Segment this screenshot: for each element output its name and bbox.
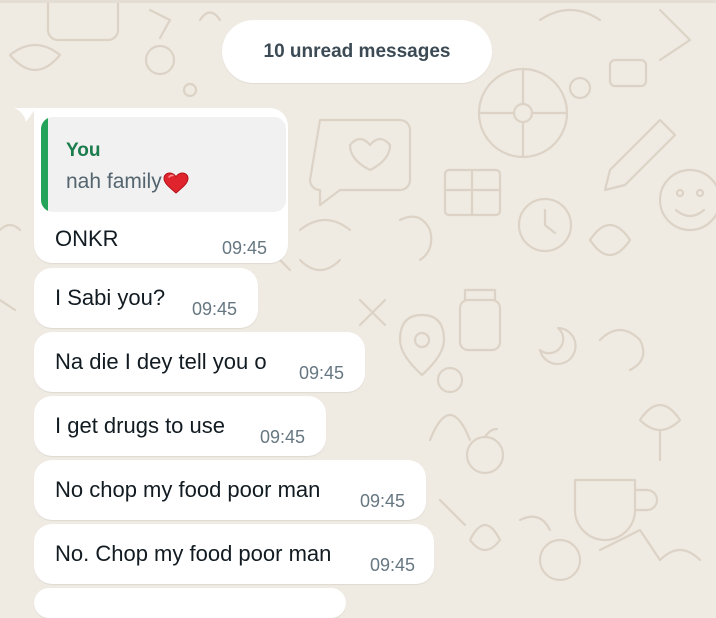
- message-text: I Sabi you?: [55, 285, 166, 310]
- message-bubble[interactable]: I Sabi you? 09:45: [34, 268, 258, 328]
- message-text: No chop my food poor man: [55, 477, 321, 502]
- message-time: 09:45: [370, 555, 416, 575]
- message-bubble[interactable]: No. Chop my food poor man 09:45: [34, 524, 434, 584]
- message-text: Na die I dey tell you o: [55, 349, 267, 374]
- message-text: No. Chop my food poor man: [55, 541, 332, 566]
- top-edge: [0, 0, 716, 3]
- quoted-reply-text: nah family: [66, 170, 162, 193]
- quoted-reply-text-row: nah family: [66, 170, 189, 194]
- unread-messages-label: 10 unread messages: [263, 40, 451, 62]
- message-text: I get drugs to use: [55, 413, 225, 438]
- red-heart-icon: [163, 172, 189, 194]
- message-bubble[interactable]: I get drugs to use 09:45: [34, 396, 326, 456]
- message-time: 09:45: [222, 238, 268, 258]
- unread-messages-banner: 10 unread messages: [222, 20, 492, 83]
- message-time: 09:45: [192, 299, 238, 319]
- message-bubble[interactable]: Na die I dey tell you o 09:45: [34, 332, 365, 392]
- quoted-reply[interactable]: You nah family: [41, 117, 286, 212]
- message-time: 09:45: [299, 363, 345, 383]
- quote-accent-bar: [41, 117, 48, 212]
- message-bubble-partial[interactable]: [34, 588, 346, 618]
- message-text: ONKR: [55, 226, 119, 251]
- bubble-tail: [14, 108, 36, 122]
- message-time: 09:45: [360, 491, 406, 511]
- message-bubble[interactable]: No chop my food poor man 09:45: [34, 460, 426, 520]
- message-bubble[interactable]: You nah family ONKR 09:45: [34, 108, 288, 263]
- message-time: 09:45: [260, 427, 306, 447]
- quoted-reply-author: You: [66, 140, 101, 161]
